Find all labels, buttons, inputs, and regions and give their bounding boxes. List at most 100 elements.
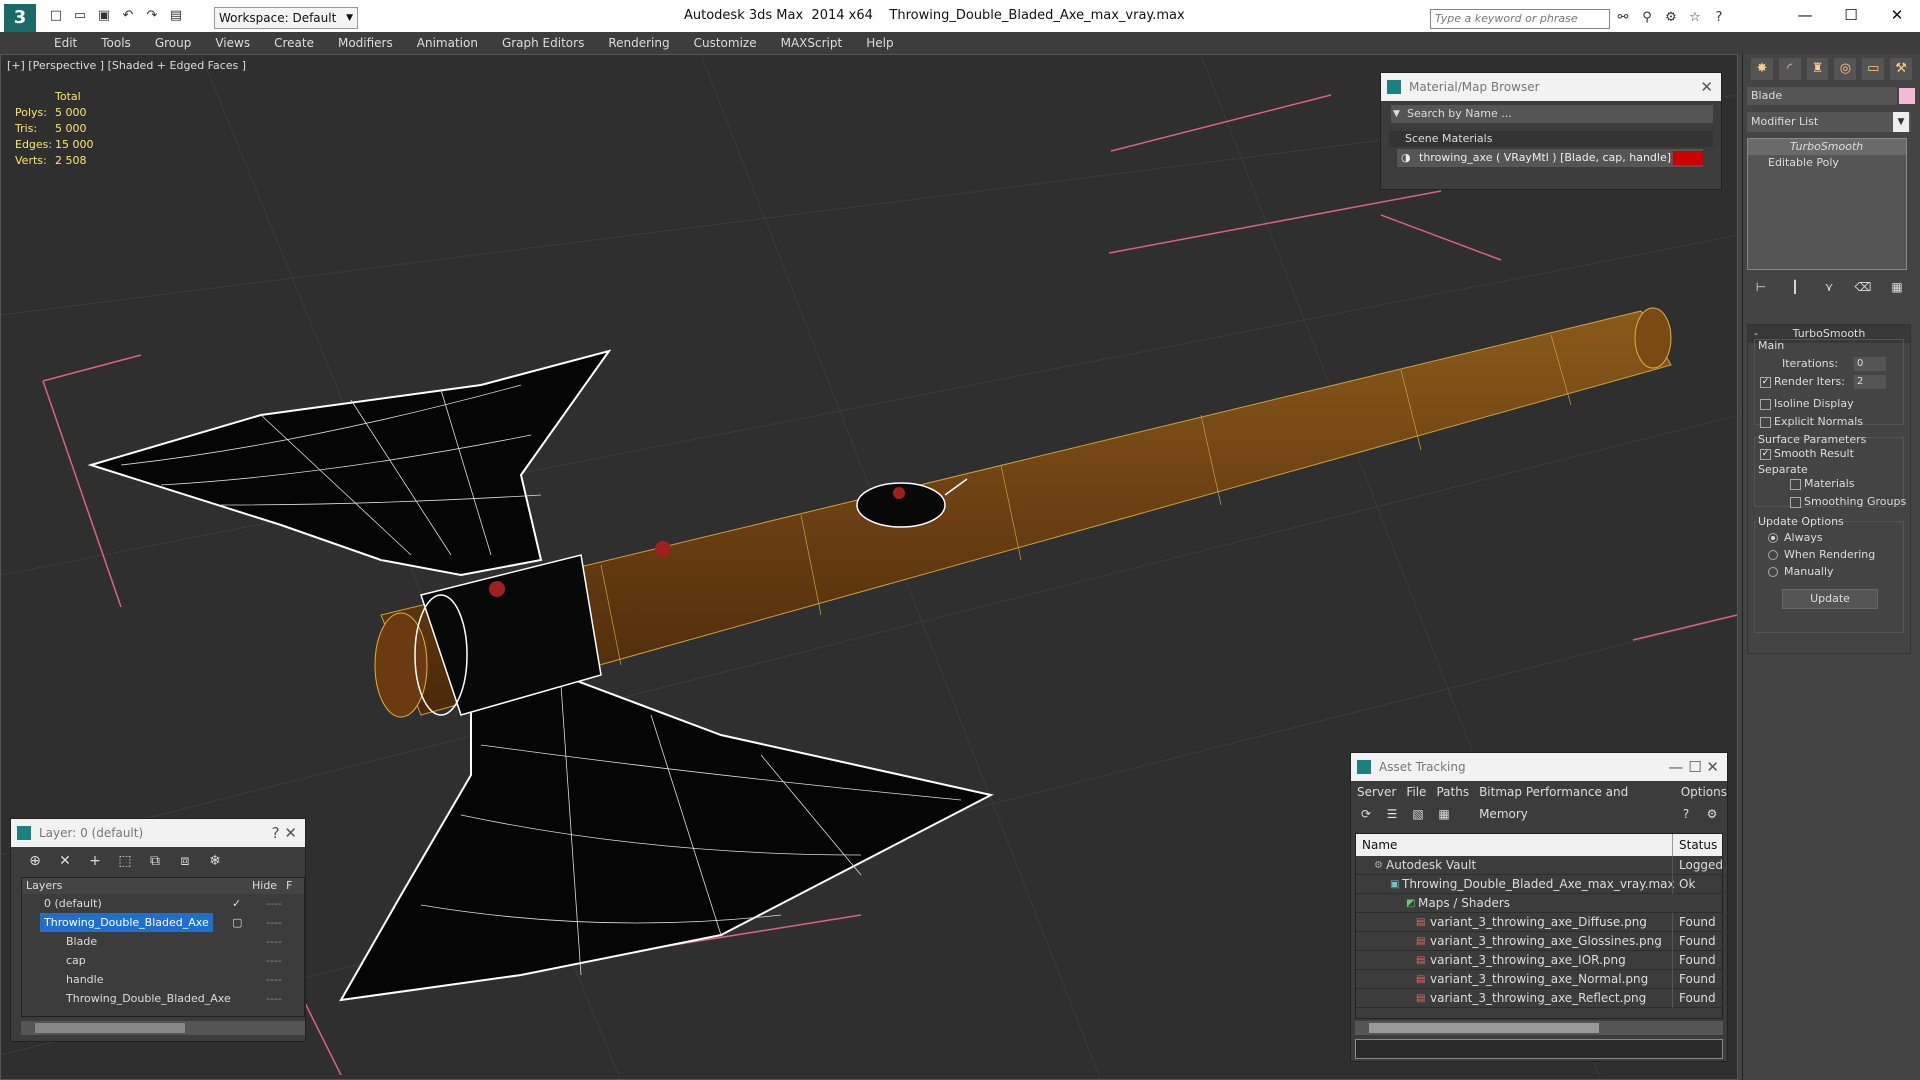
scene-materials-section[interactable]: Scene Materials bbox=[1389, 131, 1713, 147]
active-layer-toggle[interactable]: ▢ bbox=[232, 913, 242, 932]
asset-menu-paths[interactable]: Paths bbox=[1436, 781, 1469, 803]
render-iters-spinner[interactable]: 2 bbox=[1854, 375, 1886, 389]
help-icon[interactable]: ? bbox=[272, 824, 280, 842]
hide-toggle[interactable]: ---- bbox=[266, 951, 282, 970]
menu-group[interactable]: Group bbox=[155, 32, 192, 54]
asset-row-bitmap[interactable]: ▤ variant_3_throwing_axe_IOR.png Found bbox=[1356, 951, 1722, 970]
col-hide[interactable]: Hide bbox=[252, 878, 286, 894]
project-folder-icon[interactable]: ▤ bbox=[168, 8, 184, 24]
select-in-layer-icon[interactable]: ⬚ bbox=[117, 853, 133, 869]
menu-customize[interactable]: Customize bbox=[694, 32, 757, 54]
list-view-icon[interactable]: ☰ bbox=[1383, 807, 1401, 823]
menu-maxscript[interactable]: MAXScript bbox=[781, 32, 843, 54]
col-name[interactable]: Name bbox=[1356, 838, 1397, 852]
col-layers[interactable]: Layers bbox=[22, 878, 252, 894]
menu-animation[interactable]: Animation bbox=[417, 32, 478, 54]
workspace-dropdown[interactable]: Workspace: Default ▼ bbox=[214, 7, 358, 29]
asset-row-bitmap[interactable]: ▤ variant_3_throwing_axe_Glossines.png Fou… bbox=[1356, 932, 1722, 951]
iterations-spinner[interactable]: 0 bbox=[1854, 357, 1886, 371]
stack-item-turbosmooth[interactable]: TurboSmooth bbox=[1748, 139, 1906, 155]
asset-row-maps[interactable]: ◩ Maps / Shaders bbox=[1356, 894, 1722, 913]
layer-panel-titlebar[interactable]: Layer: 0 (default) ? ✕ bbox=[11, 819, 305, 847]
asset-row-vault[interactable]: ⚙Autodesk Vault Logged O bbox=[1356, 856, 1722, 875]
hide-toggle[interactable]: ---- bbox=[266, 970, 282, 989]
update-button[interactable]: Update bbox=[1782, 589, 1878, 609]
make-unique-icon[interactable]: ⋎ bbox=[1819, 280, 1839, 298]
viewport-label[interactable]: [+] [Perspective ] [Shaded + Edged Faces… bbox=[7, 59, 246, 72]
object-color-swatch[interactable] bbox=[1899, 88, 1915, 104]
search-icon[interactable]: ⚲ bbox=[1638, 9, 1656, 27]
explicit-normals-checkbox[interactable] bbox=[1760, 417, 1771, 428]
scrollbar-thumb[interactable] bbox=[35, 1023, 185, 1033]
close-icon[interactable]: ✕ bbox=[1706, 758, 1719, 776]
hierarchy-tab-icon[interactable]: ♜ bbox=[1806, 58, 1829, 80]
layer-object-row[interactable]: cap ---- bbox=[22, 951, 304, 970]
smoothing-groups-checkbox[interactable] bbox=[1790, 497, 1801, 508]
hide-toggle[interactable]: ---- bbox=[266, 894, 282, 913]
favorites-star-icon[interactable]: ☆ bbox=[1686, 9, 1704, 27]
utilities-tab-icon[interactable]: ⚒ bbox=[1890, 58, 1912, 80]
asset-tracking-titlebar[interactable]: Asset Tracking — ☐ ✕ bbox=[1351, 753, 1727, 781]
col-status[interactable]: Status bbox=[1672, 834, 1717, 856]
remove-modifier-icon[interactable]: ⌫ bbox=[1853, 280, 1873, 298]
material-browser-titlebar[interactable]: Material/Map Browser ✕ bbox=[1381, 73, 1721, 101]
asset-row-bitmap[interactable]: ▤ variant_3_throwing_axe_Normal.png Found bbox=[1356, 970, 1722, 989]
layer-row[interactable]: 0 (default) ✓ ---- bbox=[22, 894, 304, 913]
close-icon[interactable]: ✕ bbox=[1874, 0, 1920, 30]
create-tab-icon[interactable]: ✸ bbox=[1751, 58, 1773, 80]
settings-icon[interactable]: ⚙ bbox=[1703, 807, 1721, 823]
redo-icon[interactable]: ↷ bbox=[144, 8, 160, 24]
menu-create[interactable]: Create bbox=[274, 32, 314, 54]
asset-horizontal-scrollbar[interactable] bbox=[1355, 1021, 1723, 1035]
menu-graph-editors[interactable]: Graph Editors bbox=[502, 32, 584, 54]
create-layer-icon[interactable]: ⊕ bbox=[27, 853, 43, 869]
col-freeze[interactable]: F bbox=[286, 878, 292, 894]
maximize-icon[interactable]: ☐ bbox=[1828, 0, 1874, 30]
scrollbar-thumb[interactable] bbox=[1369, 1023, 1599, 1033]
menu-tools[interactable]: Tools bbox=[101, 32, 131, 54]
display-tab-icon[interactable]: ▭ bbox=[1862, 58, 1885, 80]
hide-toggle[interactable]: ---- bbox=[266, 913, 282, 932]
hide-toggle[interactable]: ---- bbox=[266, 989, 282, 1008]
stack-item-editable-poly[interactable]: Editable Poly bbox=[1748, 155, 1906, 171]
layer-object-row[interactable]: Blade ---- bbox=[22, 932, 304, 951]
maximize-icon[interactable]: ☐ bbox=[1688, 758, 1701, 776]
freeze-all-layers-icon[interactable]: ❄ bbox=[207, 853, 223, 869]
material-item[interactable]: ◑ throwing_axe ( VRayMtl ) [Blade, cap, … bbox=[1397, 149, 1703, 167]
keyword-search-input[interactable]: Type a keyword or phrase bbox=[1430, 9, 1610, 29]
menu-edit[interactable]: Edit bbox=[54, 32, 77, 54]
hide-all-layers-icon[interactable]: ⧈ bbox=[177, 853, 193, 869]
refresh-icon[interactable]: ⟳ bbox=[1357, 807, 1375, 823]
binoculars-icon[interactable]: ⚯ bbox=[1614, 9, 1632, 27]
minimize-icon[interactable]: — bbox=[1782, 0, 1828, 30]
modify-tab-icon[interactable]: ◜ bbox=[1778, 58, 1801, 80]
close-icon[interactable]: ✕ bbox=[1700, 73, 1713, 101]
menu-help[interactable]: Help bbox=[866, 32, 893, 54]
help-icon[interactable]: ? bbox=[1710, 9, 1728, 27]
menu-rendering[interactable]: Rendering bbox=[608, 32, 669, 54]
add-to-layer-icon[interactable]: + bbox=[87, 853, 103, 869]
layer-horizontal-scrollbar[interactable] bbox=[21, 1021, 305, 1035]
smooth-result-checkbox[interactable]: ✓ bbox=[1760, 449, 1771, 460]
layer-object-row[interactable]: handle ---- bbox=[22, 970, 304, 989]
material-search-input[interactable]: ▼ Search by Name ... bbox=[1391, 105, 1713, 123]
help-icon[interactable]: ? bbox=[1677, 807, 1695, 823]
update-when-rendering-radio[interactable] bbox=[1768, 550, 1778, 560]
update-manually-radio[interactable] bbox=[1768, 567, 1778, 577]
menu-views[interactable]: Views bbox=[215, 32, 250, 54]
object-name-field[interactable]: Blade bbox=[1747, 87, 1897, 105]
asset-menu-options[interactable]: Options bbox=[1681, 781, 1727, 803]
menu-modifiers[interactable]: Modifiers bbox=[338, 32, 393, 54]
hide-toggle[interactable]: ---- bbox=[266, 932, 282, 951]
separate-materials-checkbox[interactable] bbox=[1790, 479, 1801, 490]
close-icon[interactable]: ✕ bbox=[284, 824, 297, 842]
new-file-icon[interactable]: □ bbox=[48, 8, 64, 24]
highlight-layer-icon[interactable]: ⧉ bbox=[147, 853, 163, 869]
asset-menu-bitmap-performance[interactable]: Bitmap Performance and Memory bbox=[1479, 781, 1671, 821]
asset-row-scene-file[interactable]: ▣ Throwing_Double_Bladed_Axe_max_vray.max… bbox=[1356, 875, 1722, 894]
asset-menu-file[interactable]: File bbox=[1406, 781, 1426, 803]
minimize-icon[interactable]: — bbox=[1668, 758, 1683, 776]
pin-stack-icon[interactable]: ⊢ bbox=[1751, 280, 1771, 298]
subscription-icon[interactable]: ⚙ bbox=[1662, 9, 1680, 27]
thumbnail-view-icon[interactable]: ▧ bbox=[1409, 807, 1427, 823]
